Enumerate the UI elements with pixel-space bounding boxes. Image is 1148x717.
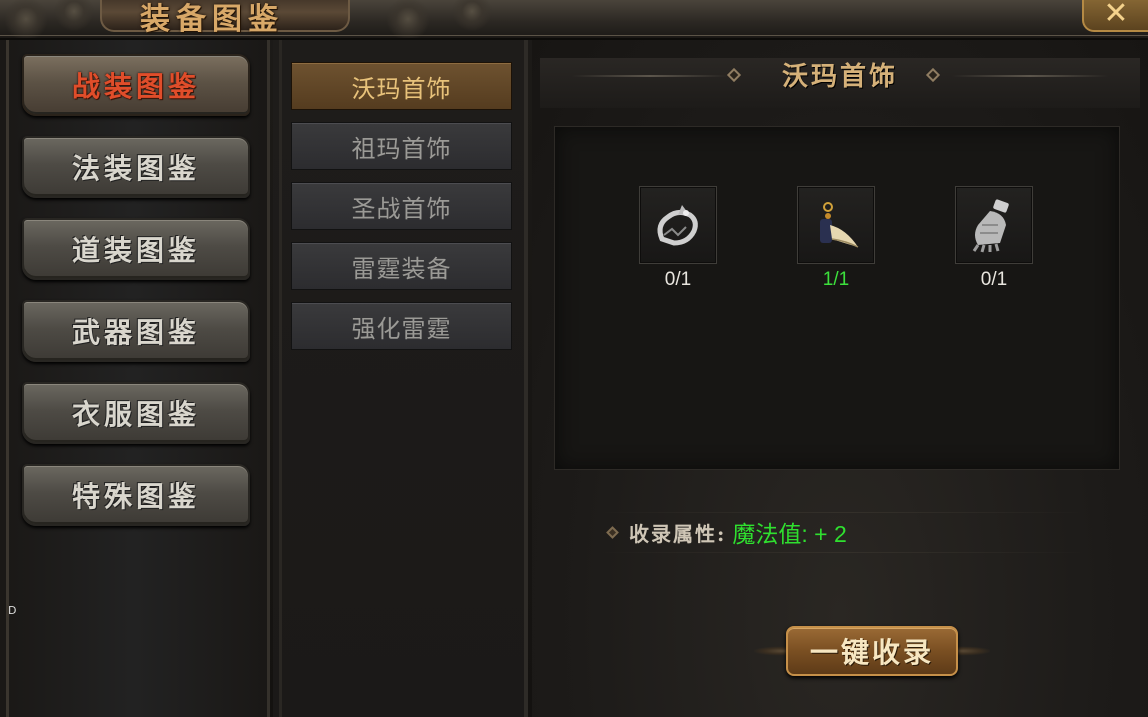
- dragon-bracelet-icon: [657, 205, 698, 246]
- subcategory-button-shengzhan[interactable]: 圣战首饰: [291, 182, 512, 230]
- category-button-taoist[interactable]: 道装图鉴: [22, 218, 250, 280]
- attribute-label: 收录属性:: [629, 521, 727, 546]
- subcategory-button-zuma[interactable]: 祖玛首饰: [291, 122, 512, 170]
- category-sidebar: 战装图鉴 法装图鉴 道装图鉴 武器图鉴 衣服图鉴 特殊图鉴: [0, 40, 270, 717]
- item-slot[interactable]: [797, 186, 875, 264]
- collect-all-button[interactable]: 一键收录: [786, 626, 958, 676]
- subcategory-button-woma[interactable]: 沃玛首饰: [291, 62, 512, 110]
- subcategory-button-enhanced-thunder[interactable]: 强化雷霆: [291, 302, 512, 350]
- collect-button-frame: 一键收录: [754, 618, 990, 684]
- item-count: 0/1: [980, 269, 1008, 290]
- item-count: 1/1: [822, 269, 850, 290]
- category-button-warrior[interactable]: 战装图鉴: [22, 54, 250, 116]
- item-count: 0/1: [664, 269, 692, 290]
- subcategory-button-thunder[interactable]: 雷霆装备: [291, 242, 512, 290]
- dragon-ornament-icon: [360, 0, 520, 38]
- category-button-weapon[interactable]: 武器图鉴: [22, 300, 250, 362]
- attr-divider: [598, 552, 1088, 553]
- panel-title: 沃玛首饰: [781, 62, 898, 92]
- close-x-icon: ✕: [1103, 0, 1129, 31]
- attr-divider: [598, 512, 1088, 513]
- subcategory-list: 沃玛首饰 祖玛首饰 圣战首饰 雷霆装备 强化雷霆: [273, 40, 528, 717]
- category-button-mage[interactable]: 法装图鉴: [22, 136, 250, 198]
- collection-item[interactable]: 1/1: [797, 186, 875, 291]
- collection-item[interactable]: 0/1: [955, 186, 1033, 291]
- collection-window: 装备图鉴 ✕ 战装图鉴 法装图鉴 道装图鉴 武器图鉴 衣服图鉴 特殊图鉴 沃玛首…: [0, 0, 1148, 717]
- diamond-bullet-icon: [606, 525, 619, 539]
- gauntlet-icon: [972, 199, 1009, 253]
- fang-necklace-icon: [820, 202, 859, 248]
- title-bar: 装备图鉴 ✕: [0, 0, 1148, 40]
- item-slot[interactable]: [955, 186, 1033, 264]
- category-button-clothing[interactable]: 衣服图鉴: [22, 382, 250, 444]
- collection-attribute: 收录属性: 魔法值: + 2: [598, 512, 1088, 553]
- category-button-special[interactable]: 特殊图鉴: [22, 464, 250, 526]
- side-marker: D: [8, 604, 17, 617]
- item-slot[interactable]: [639, 186, 717, 264]
- close-button[interactable]: ✕: [1082, 0, 1148, 32]
- attribute-value: 魔法值: + 2: [732, 521, 847, 547]
- item-grid: 0/1 1/1 0/1: [554, 126, 1120, 470]
- window-title: 装备图鉴: [140, 2, 284, 37]
- collection-panel: 沃玛首饰 0/1 1/1 0/1 收录属性: 魔法值: + 2 一键收录: [532, 40, 1148, 717]
- dragon-ornament-icon: [0, 0, 110, 38]
- collection-item[interactable]: 0/1: [639, 186, 717, 291]
